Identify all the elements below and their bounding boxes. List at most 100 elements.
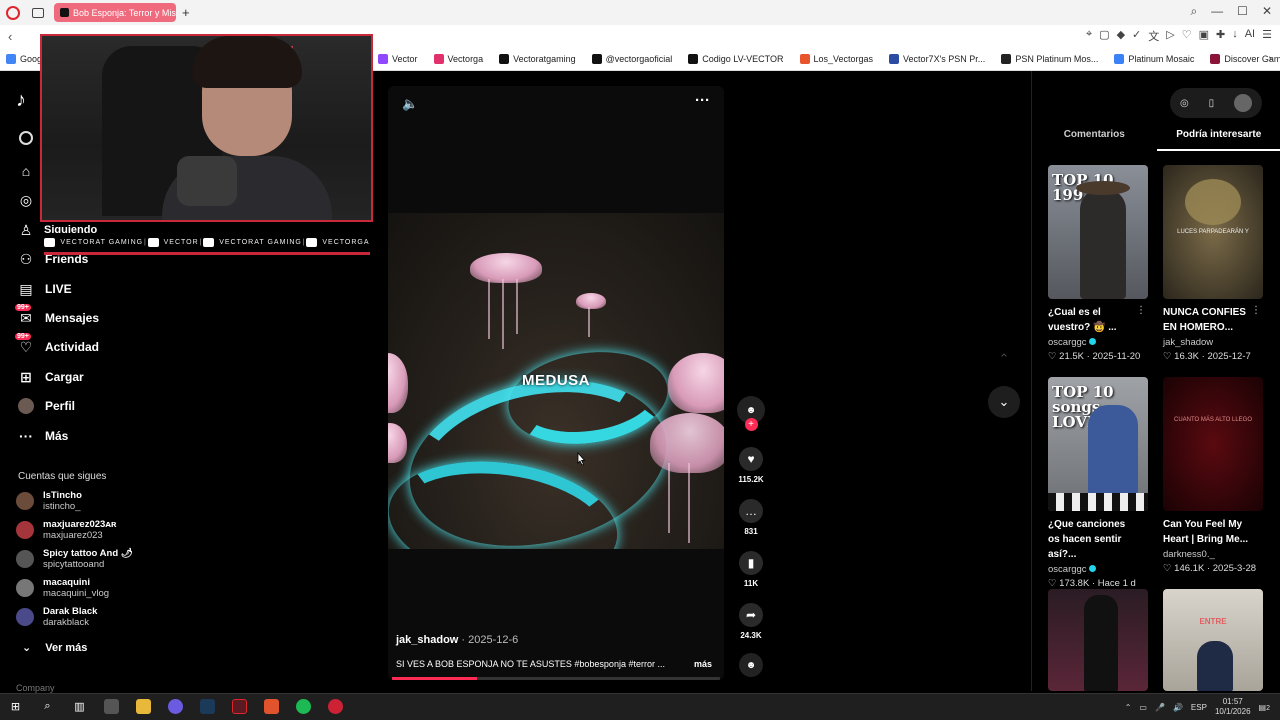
tab-podria-interesarte[interactable]: Podría interesarte — [1156, 127, 1280, 151]
new-tab-icon[interactable]: + — [182, 5, 190, 20]
tab-comentarios[interactable]: Comentarios — [1032, 127, 1157, 151]
card-username[interactable]: darkness0._ — [1163, 549, 1215, 560]
bookmark-item[interactable]: Vector7X's PSN Pr... — [889, 53, 985, 64]
comment-button[interactable]: … 831 — [735, 499, 767, 536]
screenshot-icon[interactable]: ▢ — [1099, 28, 1109, 44]
video-thumbnail[interactable]: TOP 10 songs LOVE — [1048, 377, 1148, 511]
card-user[interactable]: jak_shadow — [1163, 337, 1263, 348]
recommended-video-card[interactable]: ENTRE — [1163, 589, 1263, 691]
video-author[interactable]: jak_shadow · 2025-12-6 — [396, 634, 518, 646]
search-tabs-icon[interactable]: ⌕ — [1190, 4, 1197, 19]
like-button[interactable]: ♥ 115.2K — [735, 447, 767, 484]
card-user[interactable]: oscarggc — [1048, 337, 1148, 348]
mobile-icon[interactable]: ▯ — [1209, 98, 1215, 109]
bookmark-item[interactable]: Los_Vectorgas — [799, 53, 873, 64]
back-icon[interactable]: ‹ — [8, 29, 12, 44]
translate-icon[interactable]: 文 — [1148, 28, 1159, 44]
browser-tab-active[interactable]: Bob Esponja: Terror y Mis... — [54, 3, 176, 22]
pin-icon[interactable]: ⌖ — [1086, 28, 1092, 44]
network-icon[interactable]: ▭ — [1139, 703, 1147, 712]
volume-icon[interactable]: 🔈 — [402, 96, 418, 112]
opera-logo-icon[interactable] — [6, 5, 20, 20]
spotify-icon[interactable] — [296, 699, 311, 714]
volume-icon[interactable]: 🔊 — [1173, 703, 1183, 712]
previous-video-button[interactable]: ⌃ — [988, 343, 1020, 375]
following-account[interactable]: maxjuarez023ᴀʀ maxjuarez023 — [16, 519, 116, 541]
bookmark-item[interactable]: Vectoratgaming — [499, 53, 576, 64]
card-user[interactable]: darkness0._ — [1163, 549, 1263, 560]
video-thumbnail[interactable]: ENTRE — [1163, 589, 1263, 691]
bookmark-item[interactable]: PSN Platinum Mos... — [1001, 53, 1098, 64]
ai-icon[interactable]: AI — [1245, 28, 1255, 44]
video-progress-bar[interactable] — [392, 677, 720, 680]
save-button[interactable]: ▮ 11K — [735, 551, 767, 588]
recommended-video-card[interactable]: TOP 10 1997 ¿Cual es el vuestro? 🤠 ... ⋮… — [1048, 165, 1148, 362]
bookmark-item[interactable]: Goog — [6, 53, 42, 64]
following-account[interactable]: Spicy tattoo And 🌶 spicytattooand — [16, 548, 133, 570]
menu-icon[interactable]: ☰ — [1262, 28, 1272, 44]
sound-disc-icon[interactable]: ☻ — [739, 653, 763, 677]
recommended-video-card[interactable] — [1048, 589, 1148, 691]
video-thumbnail[interactable]: TOP 10 1997 — [1048, 165, 1148, 299]
brave-icon[interactable] — [264, 699, 279, 714]
clock[interactable]: 01:57 10/1/2026 — [1215, 697, 1251, 717]
language-indicator[interactable]: ESP — [1191, 703, 1207, 712]
bookmarks-more-icon[interactable]: › — [1268, 53, 1272, 65]
puzzle-icon[interactable]: ✚ — [1216, 28, 1225, 44]
windows-start-icon[interactable]: ⊞ — [8, 699, 23, 714]
user-avatar[interactable] — [1234, 94, 1253, 112]
company-link[interactable]: Company — [16, 683, 55, 693]
close-icon[interactable]: ✕ — [1262, 4, 1272, 19]
follow-plus-icon[interactable]: + — [744, 418, 758, 431]
recommended-video-card[interactable]: TOP 10 songs LOVE ¿Que canciones os hace… — [1048, 377, 1148, 589]
recommended-video-card[interactable]: CUANTO MÁS ALTO LLEGO Can You Feel My He… — [1163, 377, 1263, 574]
search-icon[interactable] — [19, 131, 33, 145]
compass-icon[interactable]: ◎ — [1180, 98, 1189, 109]
following-account[interactable]: macaquini macaquini_vlog — [16, 577, 109, 599]
bookmark-item[interactable]: Vectorga — [433, 53, 483, 64]
bookmark-item[interactable]: @vectorgaoficial — [591, 53, 672, 64]
minimize-icon[interactable]: — — [1211, 4, 1223, 19]
workspaces-icon[interactable] — [32, 7, 44, 18]
download-icon[interactable]: ↓ — [1232, 28, 1238, 44]
sidebar-item-live[interactable]: ▤ LIVE — [18, 281, 71, 297]
app-icon[interactable] — [104, 699, 119, 714]
check-icon[interactable]: ✓ — [1132, 28, 1141, 44]
creator-avatar-button[interactable]: ☻ + — [735, 396, 767, 431]
share-button[interactable]: ➦ 24.3K — [735, 603, 767, 640]
sidebar-item-siguiendo[interactable]: ♙ — [18, 222, 45, 238]
following-account[interactable]: Darak Black darakblack — [16, 606, 97, 628]
video-thumbnail[interactable]: LUCES PARPADEARÁN Y — [1163, 165, 1263, 299]
card-username[interactable]: oscarggc — [1048, 564, 1087, 575]
tiktok-logo-icon[interactable]: ♪ — [16, 89, 26, 112]
opera-taskbar-icon[interactable] — [232, 699, 247, 714]
ver-mas-button[interactable]: ⌄ Ver más — [22, 641, 87, 655]
following-account[interactable]: IsTincho istincho_ — [16, 490, 82, 512]
play-icon[interactable]: ▷ — [1166, 28, 1174, 44]
file-explorer-icon[interactable] — [136, 699, 151, 714]
tray-chevron-icon[interactable]: ⌃ — [1125, 703, 1132, 712]
shield-icon[interactable]: ◆ — [1117, 28, 1125, 44]
card-title[interactable]: ¿Que canciones os hacen sentir así?... — [1048, 517, 1138, 562]
next-video-button[interactable]: ⌄ — [988, 386, 1020, 418]
sidebar-item-perfil[interactable]: Perfil — [18, 398, 75, 414]
card-title[interactable]: ¿Cual es el vuestro? 🤠 ... — [1048, 305, 1138, 335]
task-view-icon[interactable]: ▥ — [72, 699, 87, 714]
sound-button[interactable]: ☻ — [735, 653, 767, 677]
card-title[interactable]: NUNCA CONFIES EN HOMERO... — [1163, 305, 1253, 335]
sidebar-item-cargar[interactable]: ⊞ Cargar — [18, 369, 84, 385]
microphone-icon[interactable]: 🎤 — [1155, 703, 1165, 712]
video-thumbnail[interactable]: CUANTO MÁS ALTO LLEGO — [1163, 377, 1263, 511]
more-options-icon[interactable]: ··· — [695, 92, 710, 109]
card-username[interactable]: jak_shadow — [1163, 337, 1213, 348]
bookmark-icon[interactable]: ▮ — [739, 551, 763, 575]
bookmark-item[interactable]: Codigo LV-VECTOR — [688, 53, 784, 64]
notification-icon[interactable]: ▤2 — [1259, 703, 1270, 712]
search-icon[interactable]: ⌕ — [40, 699, 55, 714]
discord-icon[interactable] — [168, 699, 183, 714]
caption-more-button[interactable]: más — [694, 659, 712, 669]
bookmark-item[interactable]: Platinum Mosaic — [1114, 53, 1194, 64]
obs-icon[interactable] — [328, 699, 343, 714]
card-user[interactable]: oscarggc — [1048, 564, 1148, 575]
steam-icon[interactable] — [200, 699, 215, 714]
